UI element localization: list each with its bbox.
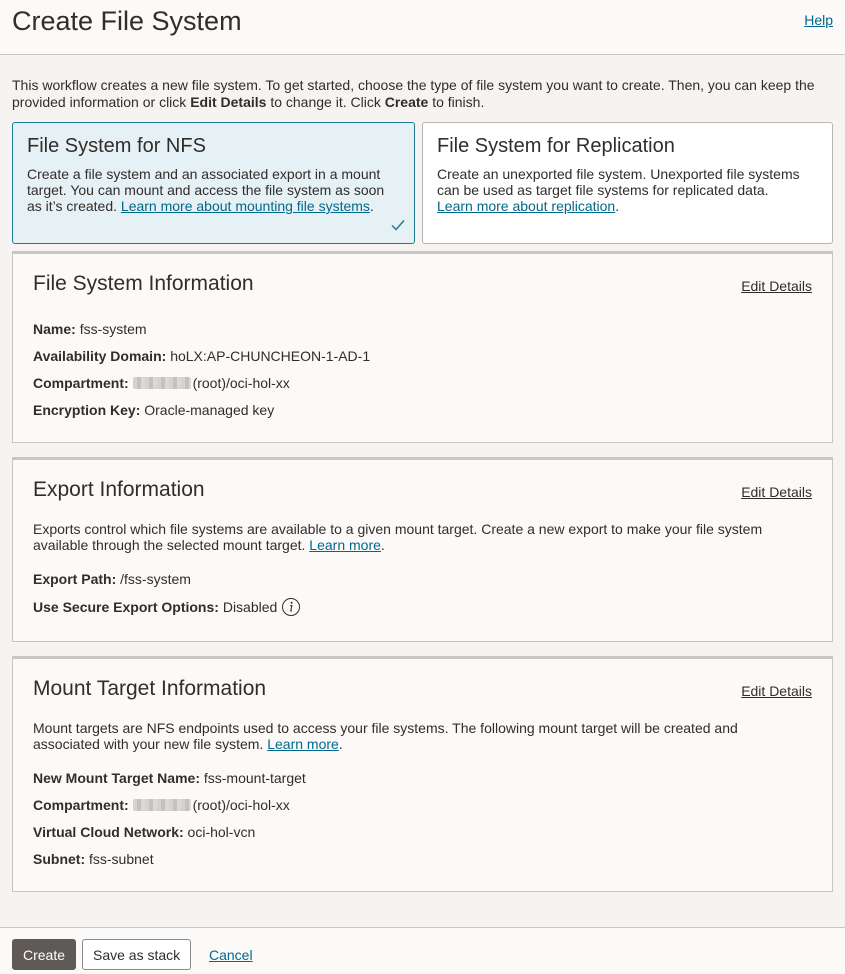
file-system-info-title: File System Information <box>33 272 254 295</box>
mt-vcn-field: Virtual Cloud Network: oci-hol-vcn <box>33 824 255 841</box>
replication-card-desc-text: Create an unexported file system. Unexpo… <box>437 166 800 198</box>
mt-compartment-value: (root)/oci-hol-xx <box>192 797 290 813</box>
mt-name-label: New Mount Target Name: <box>33 770 200 786</box>
fs-compartment-field: Compartment: (root)/oci-hol-xx <box>33 375 290 392</box>
mount-target-desc-text: Mount targets are NFS endpoints used to … <box>33 720 738 752</box>
check-icon <box>391 220 405 231</box>
fs-encryption-value: Oracle-managed key <box>144 402 275 418</box>
fs-name-value: fss-system <box>79 321 147 337</box>
export-edit-details-link[interactable]: Edit Details <box>741 484 812 500</box>
export-path-label: Export Path: <box>33 571 117 587</box>
export-path-field: Export Path: /fss-system <box>33 571 191 588</box>
export-info-desc: Exports control which file systems are a… <box>33 521 793 553</box>
mt-compartment-label: Compartment: <box>33 797 129 813</box>
redacted-tenancy <box>132 799 191 811</box>
fs-name-label: Name: <box>33 321 76 337</box>
redacted-tenancy <box>132 377 191 389</box>
intro-bold-2: Create <box>384 94 429 110</box>
mount-target-info-title: Mount Target Information <box>33 677 267 700</box>
fs-ad-label: Availability Domain: <box>33 348 167 364</box>
secure-export-label: Use Secure Export Options: <box>33 599 219 615</box>
nfs-card-desc: Create a file system and an associated e… <box>27 166 392 214</box>
export-info-title: Export Information <box>33 478 205 501</box>
page-header: Create File System Help <box>0 0 845 55</box>
intro-text: This workflow creates a new file system.… <box>12 77 837 111</box>
mt-subnet-field: Subnet: fss-subnet <box>33 851 154 868</box>
save-as-stack-button[interactable]: Save as stack <box>82 939 192 970</box>
nfs-type-card[interactable]: File System for NFS Create a file system… <box>12 122 415 244</box>
replication-learn-more-link[interactable]: Learn more about replication <box>437 198 615 214</box>
footer-bar: Create Save as stack Cancel <box>0 927 845 974</box>
intro-text-2: to change it. Click <box>266 94 385 110</box>
mt-name-value: fss-mount-target <box>203 770 306 786</box>
export-desc-suffix: . <box>380 537 385 553</box>
replication-type-card[interactable]: File System for Replication Create an un… <box>422 122 833 244</box>
mt-name-field: New Mount Target Name: fss-mount-target <box>33 770 306 787</box>
mounting-learn-more-link[interactable]: Learn more about mounting file systems <box>121 198 370 214</box>
export-path-value: /fss-system <box>120 571 191 587</box>
nfs-card-title: File System for NFS <box>27 135 206 157</box>
fs-encryption-field: Encryption Key: Oracle-managed key <box>33 402 274 419</box>
help-link[interactable]: Help <box>804 12 833 28</box>
intro-bold-1: Edit Details <box>190 94 267 110</box>
mount-target-info-desc: Mount targets are NFS endpoints used to … <box>33 720 793 752</box>
mt-vcn-value: oci-hol-vcn <box>187 824 256 840</box>
mount-target-info-section: Mount Target Information Edit Details Mo… <box>12 656 833 892</box>
mt-compartment-field: Compartment: (root)/oci-hol-xx <box>33 797 290 814</box>
secure-export-value: Disabled <box>222 599 278 615</box>
create-button[interactable]: Create <box>12 939 77 970</box>
mt-vcn-label: Virtual Cloud Network: <box>33 824 184 840</box>
mt-subnet-label: Subnet: <box>33 851 86 867</box>
replication-card-title: File System for Replication <box>437 135 675 157</box>
page-title: Create File System <box>12 6 242 36</box>
mount-target-edit-details-link[interactable]: Edit Details <box>741 683 812 699</box>
fs-compartment-value: (root)/oci-hol-xx <box>192 375 290 391</box>
info-icon[interactable] <box>281 597 301 617</box>
mount-target-desc-suffix: . <box>338 736 343 752</box>
mount-target-learn-more-link[interactable]: Learn more <box>267 736 339 752</box>
file-system-info-section: File System Information Edit Details Nam… <box>12 251 833 443</box>
replication-card-suffix: . <box>615 198 620 214</box>
mt-subnet-value: fss-subnet <box>89 851 154 867</box>
fs-encryption-label: Encryption Key: <box>33 402 141 418</box>
intro-text-3: to finish. <box>428 94 485 110</box>
export-learn-more-link[interactable]: Learn more <box>309 537 381 553</box>
fs-compartment-label: Compartment: <box>33 375 129 391</box>
file-system-edit-details-link[interactable]: Edit Details <box>741 278 812 294</box>
nfs-card-suffix: . <box>369 198 374 214</box>
export-desc-text: Exports control which file systems are a… <box>33 521 763 553</box>
fs-name-field: Name: fss-system <box>33 321 147 338</box>
secure-export-field: Use Secure Export Options: Disabled <box>33 597 301 617</box>
export-info-section: Export Information Edit Details Exports … <box>12 457 833 642</box>
fs-ad-value: hoLX:AP-CHUNCHEON-1-AD-1 <box>170 348 371 364</box>
replication-card-desc: Create an unexported file system. Unexpo… <box>437 166 817 214</box>
cancel-link[interactable]: Cancel <box>209 947 253 963</box>
fs-ad-field: Availability Domain: hoLX:AP-CHUNCHEON-1… <box>33 348 370 365</box>
